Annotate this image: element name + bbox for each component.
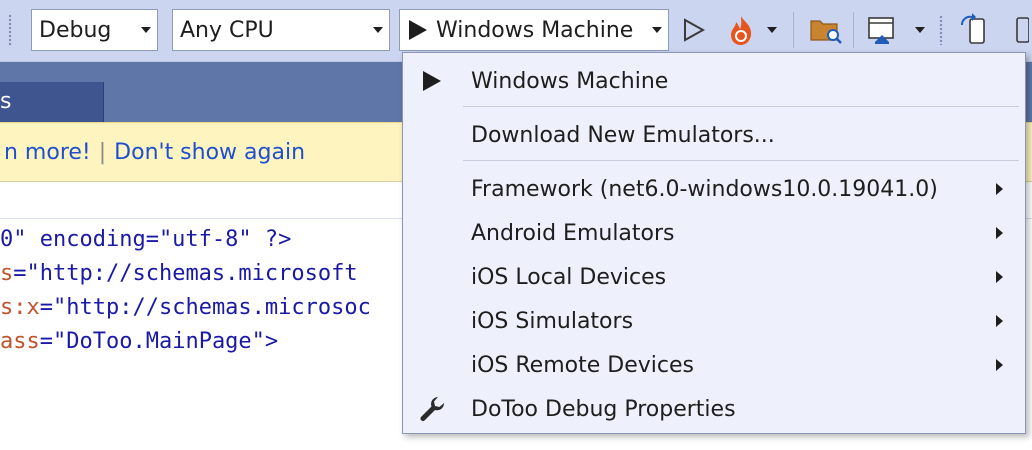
menu-item-label: Android Emulators: [471, 220, 675, 246]
menu-item-ios-local-devices[interactable]: iOS Local Devices: [403, 255, 1025, 299]
folder-search-icon: [810, 20, 842, 44]
chevron-down-icon: [646, 27, 668, 33]
browse-folder-button[interactable]: [806, 9, 846, 51]
play-icon: [417, 59, 447, 103]
hot-reload-button[interactable]: [724, 9, 758, 51]
code-token: =: [39, 329, 53, 354]
chevron-right-icon: [996, 183, 1003, 195]
platform-combo[interactable]: Any CPU: [172, 9, 390, 51]
configuration-combo[interactable]: Debug: [31, 9, 158, 51]
debug-target-combo[interactable]: Windows Machine: [399, 9, 669, 51]
code-line: ass="DoToo.MainPage">: [0, 326, 278, 358]
toolbar-separator: [793, 12, 794, 48]
code-token: "http://schemas.microsoc: [53, 295, 371, 320]
link-separator: |: [98, 140, 107, 165]
code-token: "http://schemas.microsoft: [26, 261, 358, 286]
code-token: =: [39, 295, 53, 320]
chevron-right-icon: [996, 227, 1003, 239]
device-refresh-button[interactable]: [954, 9, 994, 51]
flame-icon: [731, 16, 752, 45]
chevron-right-icon: [996, 315, 1003, 327]
code-token: =: [13, 261, 27, 286]
play-outline-icon: [684, 18, 705, 42]
dont-show-again-link[interactable]: Don't show again: [114, 140, 305, 165]
toolbar-grip[interactable]: [8, 14, 12, 46]
code-token: "DoToo.MainPage">: [53, 329, 279, 354]
learn-more-link[interactable]: n more!: [4, 140, 91, 165]
code-token: 0" encoding="utf-8" ?>: [0, 227, 292, 252]
code-token: ass: [0, 329, 40, 354]
menu-item-android-emulators[interactable]: Android Emulators: [403, 211, 1025, 255]
chevron-right-icon: [996, 271, 1003, 283]
browser-link-button[interactable]: [864, 9, 900, 51]
browser-link-dropdown[interactable]: [910, 9, 930, 51]
overflow-button[interactable]: [1012, 9, 1032, 51]
menu-item-ios-remote-devices[interactable]: iOS Remote Devices: [403, 343, 1025, 387]
menu-separator: [463, 106, 1019, 107]
chevron-down-icon: [767, 27, 777, 33]
code-token: s: [0, 261, 14, 286]
menu-item-label: Download New Emulators...: [471, 122, 775, 148]
menu-item-label: DoToo Debug Properties: [471, 396, 736, 422]
device-refresh-icon: [961, 13, 985, 44]
chevron-down-icon: [135, 27, 157, 33]
chevron-down-icon: [367, 27, 389, 33]
hot-reload-dropdown[interactable]: [762, 9, 782, 51]
menu-item-label: Framework (net6.0-windows10.0.19041.0): [471, 176, 938, 202]
wrench-icon: [417, 387, 447, 431]
play-icon: [408, 19, 436, 41]
menu-item-label: iOS Local Devices: [471, 264, 667, 290]
start-without-debugging-button[interactable]: [678, 9, 710, 51]
toolbar-grip-2[interactable]: [934, 9, 948, 51]
code-token: s:x: [0, 295, 40, 320]
code-line: s="http://schemas.microsoft: [0, 258, 358, 290]
menu-item-download-emulators[interactable]: Download New Emulators...: [403, 113, 1025, 157]
menu-item-ios-simulators[interactable]: iOS Simulators: [403, 299, 1025, 343]
tab-label: s: [0, 89, 12, 114]
menu-item-debug-properties[interactable]: DoToo Debug Properties: [403, 387, 1025, 431]
debug-target-menu: Windows Machine Download New Emulators..…: [402, 52, 1026, 434]
device-icon: [1016, 17, 1029, 43]
chevron-right-icon: [996, 359, 1003, 371]
configuration-value: Debug: [39, 17, 112, 43]
code-line: 0" encoding="utf-8" ?>: [0, 224, 291, 256]
debug-target-value: Windows Machine: [436, 17, 634, 43]
menu-separator: [463, 160, 1019, 161]
menu-item-label: Windows Machine: [471, 68, 669, 94]
platform-value: Any CPU: [180, 17, 274, 43]
toolbar-separator: [853, 12, 854, 48]
menu-item-framework[interactable]: Framework (net6.0-windows10.0.19041.0): [403, 167, 1025, 211]
menu-item-windows-machine[interactable]: Windows Machine: [403, 59, 1025, 103]
code-line: s:x="http://schemas.microsoc: [0, 292, 371, 324]
menu-item-label: iOS Remote Devices: [471, 352, 694, 378]
chevron-down-icon: [915, 27, 925, 33]
document-tab[interactable]: s: [0, 82, 104, 122]
window-home-icon: [868, 17, 894, 44]
menu-item-label: iOS Simulators: [471, 308, 634, 334]
